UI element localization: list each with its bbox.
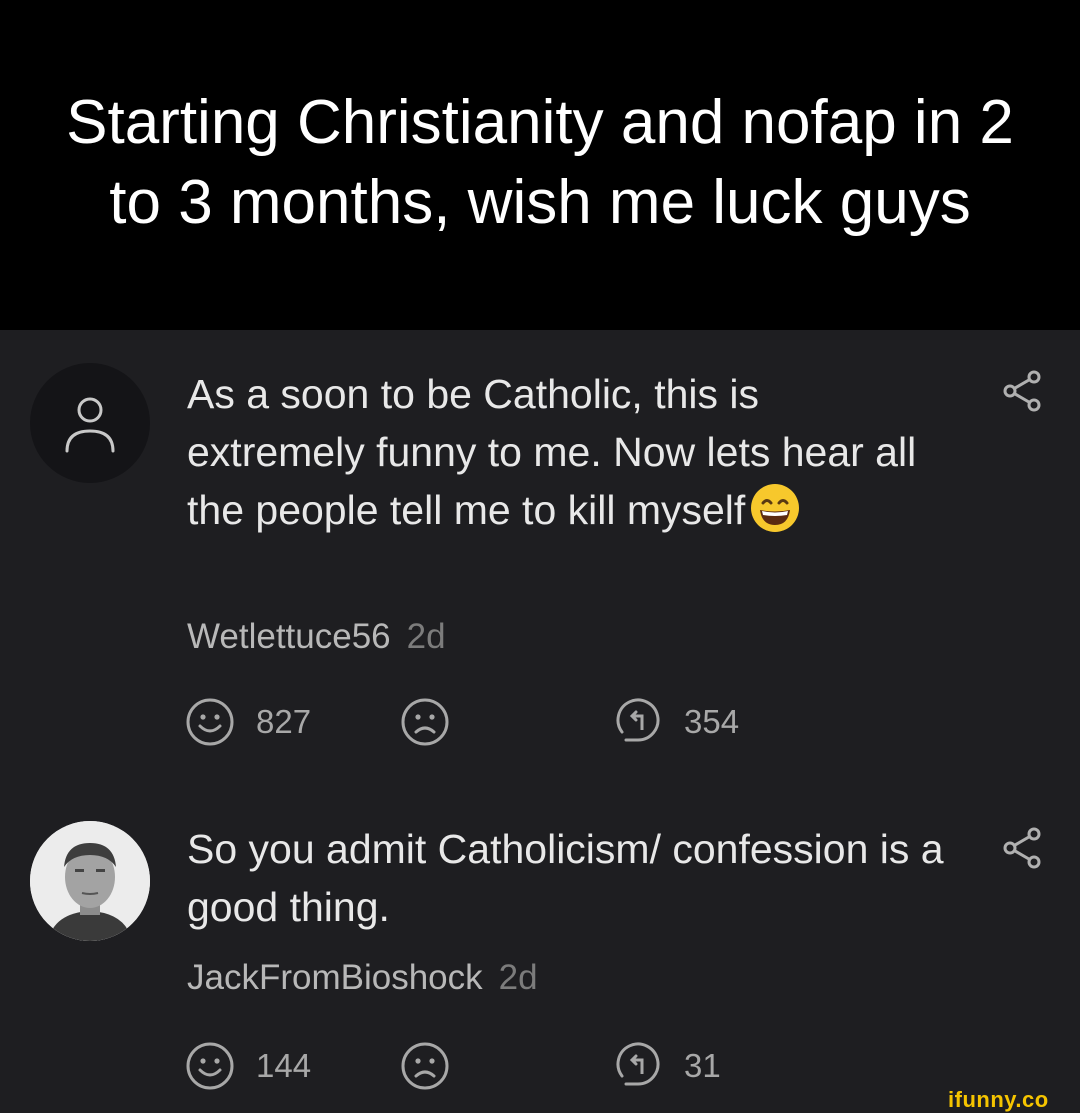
comment-author[interactable]: Wetlettuce56 [187, 617, 391, 656]
comment-author[interactable]: JackFromBioshock [187, 958, 483, 997]
grinning-sweat-face-icon [751, 484, 800, 532]
user-photo [30, 821, 150, 941]
reply-button[interactable]: 354 [612, 696, 739, 748]
comment-body: As a soon to be Catholic, this is extrem… [187, 365, 947, 539]
smile-button[interactable]: 827 [184, 696, 311, 748]
share-icon[interactable] [1000, 826, 1044, 870]
frown-icon [401, 698, 449, 746]
reply-count: 354 [684, 703, 740, 740]
ifunny-watermark: ifunny.co [948, 1087, 1049, 1112]
smile-icon [186, 1042, 234, 1090]
comment-age: 2d [406, 617, 446, 656]
smile-button[interactable]: 144 [184, 1040, 311, 1092]
smile-count: 827 [256, 703, 312, 740]
comment-text: As a soon to be Catholic, this is extrem… [187, 371, 917, 533]
comment-age: 2d [498, 958, 538, 997]
comment-body: So you admit Catholicism/ confession is … [187, 820, 947, 936]
comment-meta: Wetlettuce56 2d [187, 617, 446, 657]
avatar[interactable] [30, 363, 150, 483]
frown-icon [401, 1042, 449, 1090]
post-header: Starting Christianity and nofap in 2 to … [0, 0, 1080, 330]
avatar[interactable] [30, 821, 150, 941]
reply-count: 31 [684, 1047, 721, 1084]
unsmile-button[interactable] [399, 1040, 451, 1092]
smile-count: 144 [256, 1047, 312, 1084]
comment-meta: JackFromBioshock 2d [187, 958, 538, 998]
comment-text: So you admit Catholicism/ confession is … [187, 826, 944, 930]
reply-icon [616, 1042, 660, 1086]
reply-icon [616, 698, 660, 742]
smile-icon [186, 698, 234, 746]
share-icon[interactable] [1000, 369, 1044, 413]
unsmile-button[interactable] [399, 696, 451, 748]
default-user-icon [65, 397, 115, 453]
reply-button[interactable]: 31 [612, 1040, 721, 1092]
post-title: Starting Christianity and nofap in 2 to … [66, 88, 1014, 237]
